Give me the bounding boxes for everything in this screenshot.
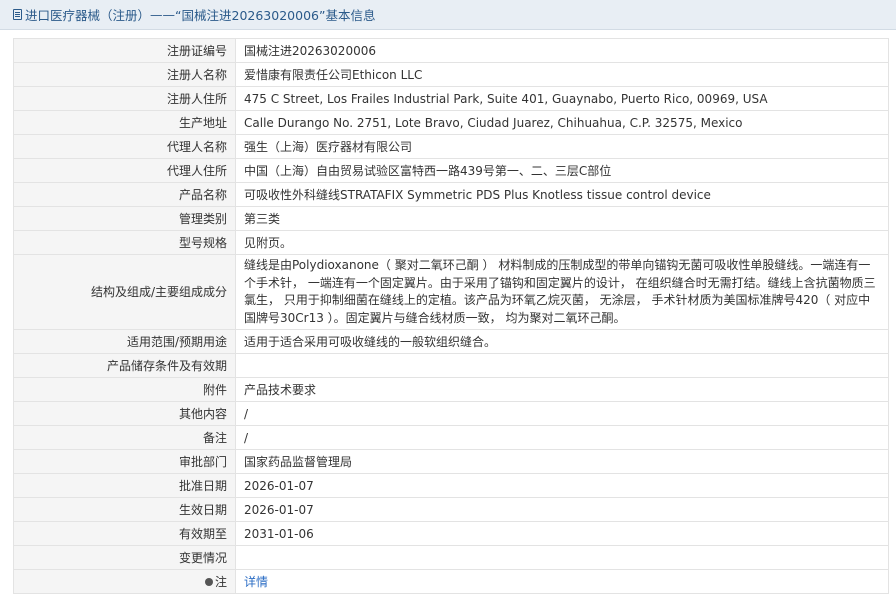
field-value-agent-name: 强生（上海）医疗器材有限公司 xyxy=(235,134,889,159)
field-value-change-history xyxy=(235,545,889,570)
field-value-registrant-name: 爱惜康有限责任公司Ethicon LLC xyxy=(235,62,889,87)
table-row: 生效日期 2026-01-07 xyxy=(13,497,889,522)
details-link[interactable]: 详情 xyxy=(244,575,268,589)
field-label-note: 注 xyxy=(13,569,236,594)
field-label-production-address: 生产地址 xyxy=(13,110,236,135)
record-title: “国械注进20263020006” xyxy=(175,8,326,23)
field-value-storage-validity xyxy=(235,353,889,378)
table-row: 其他内容 / xyxy=(13,401,889,426)
field-label-valid-until: 有效期至 xyxy=(13,521,236,546)
field-value-valid-until: 2031-01-06 xyxy=(235,521,889,546)
field-value-remarks: / xyxy=(235,425,889,450)
field-label-change-history: 变更情况 xyxy=(13,545,236,570)
breadcrumb-separator: —— xyxy=(150,7,176,22)
table-row: 结构及组成/主要组成成分 缝线是由Polydioxanone（ 聚对二氧环己酮 … xyxy=(13,254,889,330)
field-label-agent-name: 代理人名称 xyxy=(13,134,236,159)
field-label-management-class: 管理类别 xyxy=(13,206,236,231)
table-row: 批准日期 2026-01-07 xyxy=(13,473,889,498)
table-row: 注册人名称 爱惜康有限责任公司Ethicon LLC xyxy=(13,62,889,87)
field-label-registrant-name: 注册人名称 xyxy=(13,62,236,87)
field-label-registration-number: 注册证编号 xyxy=(13,38,236,63)
field-value-approval-date: 2026-01-07 xyxy=(235,473,889,498)
field-label-product-name: 产品名称 xyxy=(13,182,236,207)
field-label-model-spec: 型号规格 xyxy=(13,230,236,255)
note-label-text: 注 xyxy=(214,574,227,589)
field-value-registration-number: 国械注进20263020006 xyxy=(235,38,889,63)
table-row: 注册证编号 国械注进20263020006 xyxy=(13,38,889,63)
field-value-model-spec: 见附页。 xyxy=(235,230,889,255)
table-row: 型号规格 见附页。 xyxy=(13,230,889,255)
table-row: 产品储存条件及有效期 xyxy=(13,353,889,378)
section-title: 基本信息 xyxy=(325,8,376,23)
field-label-structure-composition: 结构及组成/主要组成成分 xyxy=(13,254,236,330)
field-value-attachment: 产品技术要求 xyxy=(235,377,889,402)
table-row: 适用范围/预期用途 适用于适合采用可吸收缝线的一般软组织缝合。 xyxy=(13,329,889,354)
field-label-other-content: 其他内容 xyxy=(13,401,236,426)
field-value-intended-use: 适用于适合采用可吸收缝线的一般软组织缝合。 xyxy=(235,329,889,354)
table-row: 注 详情 xyxy=(13,569,889,594)
bullet-icon xyxy=(204,577,213,586)
field-value-agent-address: 中国（上海）自由贸易试验区富特西一路439号第一、二、三层C部位 xyxy=(235,158,889,183)
table-row: 生产地址 Calle Durango No. 2751, Lote Bravo,… xyxy=(13,110,889,135)
field-label-attachment: 附件 xyxy=(13,377,236,402)
breadcrumb-root[interactable]: 进口医疗器械（注册） xyxy=(25,5,150,24)
field-label-agent-address: 代理人住所 xyxy=(13,158,236,183)
field-label-intended-use: 适用范围/预期用途 xyxy=(13,329,236,354)
field-value-registrant-address: 475 C Street, Los Frailes Industrial Par… xyxy=(235,86,889,111)
table-row: 代理人住所 中国（上海）自由贸易试验区富特西一路439号第一、二、三层C部位 xyxy=(13,158,889,183)
field-value-management-class: 第三类 xyxy=(235,206,889,231)
field-value-effective-date: 2026-01-07 xyxy=(235,497,889,522)
table-row: 附件 产品技术要求 xyxy=(13,377,889,402)
field-label-storage-validity: 产品储存条件及有效期 xyxy=(13,353,236,378)
field-value-approval-department: 国家药品监督管理局 xyxy=(235,449,889,474)
table-row: 产品名称 可吸收性外科缝线STRATAFIX Symmetric PDS Plu… xyxy=(13,182,889,207)
document-icon xyxy=(13,9,22,20)
field-value-product-name: 可吸收性外科缝线STRATAFIX Symmetric PDS Plus Kno… xyxy=(235,182,889,207)
detail-table: 注册证编号 国械注进20263020006 注册人名称 爱惜康有限责任公司Eth… xyxy=(13,38,889,594)
page-header: 进口医疗器械（注册） —— “国械注进20263020006” 基本信息 xyxy=(0,0,896,30)
table-row: 审批部门 国家药品监督管理局 xyxy=(13,449,889,474)
table-row: 管理类别 第三类 xyxy=(13,206,889,231)
field-label-effective-date: 生效日期 xyxy=(13,497,236,522)
field-value-note: 详情 xyxy=(235,569,889,594)
field-value-other-content: / xyxy=(235,401,889,426)
field-label-approval-date: 批准日期 xyxy=(13,473,236,498)
table-row: 变更情况 xyxy=(13,545,889,570)
field-label-approval-department: 审批部门 xyxy=(13,449,236,474)
table-row: 有效期至 2031-01-06 xyxy=(13,521,889,546)
field-label-remarks: 备注 xyxy=(13,425,236,450)
table-row: 备注 / xyxy=(13,425,889,450)
table-row: 注册人住所 475 C Street, Los Frailes Industri… xyxy=(13,86,889,111)
field-value-structure-composition: 缝线是由Polydioxanone（ 聚对二氧环己酮 ） 材料制成的压制成型的带… xyxy=(235,254,889,330)
field-label-registrant-address: 注册人住所 xyxy=(13,86,236,111)
table-row: 代理人名称 强生（上海）医疗器材有限公司 xyxy=(13,134,889,159)
field-value-production-address: Calle Durango No. 2751, Lote Bravo, Ciud… xyxy=(235,110,889,135)
